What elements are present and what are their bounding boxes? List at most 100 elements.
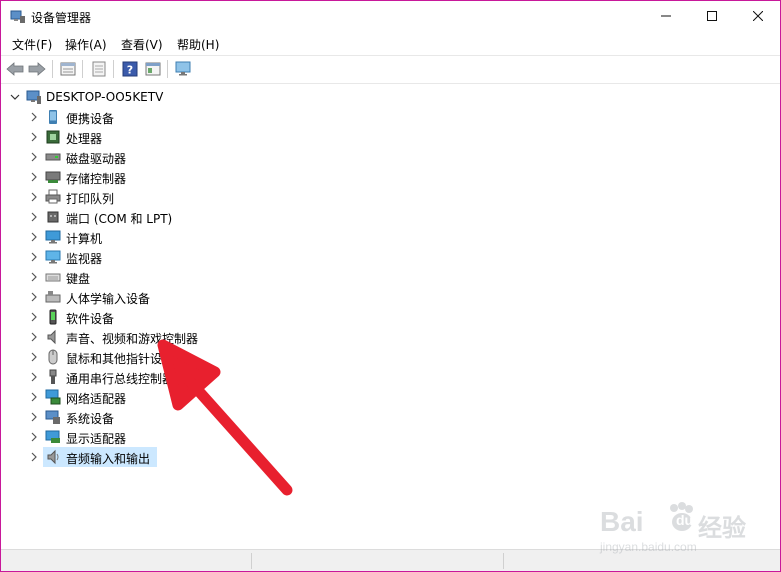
tree-item[interactable]: 存储控制器 xyxy=(1,167,301,187)
menu-action[interactable]: 操作(A) xyxy=(63,35,109,54)
printer-icon xyxy=(45,189,61,204)
tree-item[interactable]: 便携设备 xyxy=(1,107,301,127)
chevron-right-icon[interactable] xyxy=(28,411,40,423)
help-icon: ? xyxy=(122,61,138,77)
chevron-right-icon[interactable] xyxy=(28,311,40,323)
watermark-brand-du: du xyxy=(676,512,694,528)
root-label: DESKTOP-OO5KETV xyxy=(46,90,164,104)
tree-item[interactable]: 处理器 xyxy=(1,127,301,147)
mouse-icon xyxy=(48,349,58,365)
chevron-right-icon[interactable] xyxy=(28,211,40,223)
view-icon xyxy=(145,62,161,76)
tree-item[interactable]: 通用串行总线控制器 xyxy=(1,367,301,387)
close-button[interactable] xyxy=(735,1,780,31)
chevron-right-icon[interactable] xyxy=(28,171,40,183)
status-segment xyxy=(1,553,252,569)
list-button[interactable] xyxy=(89,59,109,79)
chevron-right-icon[interactable] xyxy=(28,331,40,343)
properties-icon xyxy=(60,62,76,76)
processor-icon xyxy=(46,130,60,144)
chevron-right-icon[interactable] xyxy=(28,191,40,203)
hid-icon xyxy=(45,291,61,303)
speaker-icon xyxy=(47,329,56,345)
menu-file[interactable]: 文件(F) xyxy=(10,35,54,54)
forward-button[interactable] xyxy=(27,59,47,79)
forward-arrow-icon xyxy=(28,62,46,76)
usb-icon xyxy=(49,369,57,384)
device-tree: DESKTOP-OO5KETV 便携设备处理器 磁盘驱动器 存储控制器打印队列端口 … xyxy=(1,84,780,546)
chevron-right-icon[interactable] xyxy=(28,271,40,283)
status-segment xyxy=(253,553,504,569)
close-icon xyxy=(753,11,763,21)
computer-root-icon xyxy=(26,90,41,104)
tree-item-label: 显示适配器 xyxy=(66,432,127,446)
audio-io-icon xyxy=(47,449,59,465)
chevron-right-icon[interactable] xyxy=(28,371,40,383)
menu-view[interactable]: 查看(V) xyxy=(119,35,165,54)
chevron-right-icon[interactable] xyxy=(28,351,40,363)
tree-item-label: 打印队列 xyxy=(66,192,115,206)
tree-item[interactable]: 音频输入和输出 xyxy=(1,447,301,467)
tree-item[interactable]: 磁盘驱动器 xyxy=(1,147,301,167)
chevron-right-icon[interactable] xyxy=(28,151,40,163)
minimize-button[interactable] xyxy=(643,1,689,31)
chevron-right-icon[interactable] xyxy=(28,431,40,443)
software-device-icon xyxy=(49,309,57,325)
chevron-right-icon[interactable] xyxy=(28,111,40,123)
tree-item-label: 系统设备 xyxy=(66,412,115,426)
chevron-right-icon[interactable] xyxy=(28,251,40,263)
tree-item[interactable]: 键盘 xyxy=(1,267,301,287)
chevron-down-icon[interactable] xyxy=(9,91,21,103)
system-device-icon xyxy=(45,410,60,424)
help-button[interactable]: ? xyxy=(120,59,140,79)
scan-hardware-button[interactable] xyxy=(174,59,194,79)
toolbar-separator xyxy=(52,60,53,78)
disk-drive-icon xyxy=(45,153,61,161)
chevron-right-icon[interactable] xyxy=(28,131,40,143)
tree-item-label: 端口 (COM 和 LPT) xyxy=(66,212,173,226)
port-icon xyxy=(47,211,59,223)
tree-item[interactable]: 端口 (COM 和 LPT) xyxy=(1,207,301,227)
tree-item[interactable]: 显示适配器 xyxy=(1,427,301,447)
tree-item[interactable]: 软件设备 xyxy=(1,307,301,327)
toolbar-separator xyxy=(167,60,168,78)
watermark-brand: Bai xyxy=(600,506,644,537)
toolbar-separator xyxy=(113,60,114,78)
keyboard-icon xyxy=(45,273,61,282)
network-adapter-icon xyxy=(45,389,61,405)
tree-item-label: 鼠标和其他指针设备 xyxy=(66,352,175,366)
chevron-right-icon[interactable] xyxy=(28,391,40,403)
toolbar: ? xyxy=(1,55,780,84)
tree-item-label: 声音、视频和游戏控制器 xyxy=(66,332,199,346)
maximize-icon xyxy=(707,11,717,21)
tree-item[interactable]: 人体学输入设备 xyxy=(1,287,301,307)
tree-item-label: 网络适配器 xyxy=(66,392,127,406)
tree-item-label: 音频输入和输出 xyxy=(66,452,151,466)
chevron-right-icon[interactable] xyxy=(28,231,40,243)
tree-item[interactable]: 监视器 xyxy=(1,247,301,267)
tree-item[interactable]: 计算机 xyxy=(1,227,301,247)
window-title: 设备管理器 xyxy=(31,11,92,25)
properties-button[interactable] xyxy=(58,59,78,79)
tree-item[interactable]: 打印队列 xyxy=(1,187,301,207)
storage-controller-icon xyxy=(45,171,61,183)
display-adapter-icon xyxy=(45,430,60,443)
tree-item-label: 键盘 xyxy=(66,272,91,286)
tree-item-label: 通用串行总线控制器 xyxy=(66,372,175,386)
tree-item[interactable]: 声音、视频和游戏控制器 xyxy=(1,327,301,347)
menu-help[interactable]: 帮助(H) xyxy=(175,35,221,54)
computer-icon xyxy=(45,230,61,244)
tree-item[interactable]: 网络适配器 xyxy=(1,387,301,407)
maximize-button[interactable] xyxy=(689,1,735,31)
tree-item[interactable]: 系统设备 xyxy=(1,407,301,427)
tree-item-label: 人体学输入设备 xyxy=(66,292,151,306)
tree-item[interactable]: 鼠标和其他指针设备 xyxy=(1,347,301,367)
chevron-right-icon[interactable] xyxy=(28,451,40,463)
tree-item-label: 处理器 xyxy=(66,132,103,146)
back-button[interactable] xyxy=(5,59,25,79)
tree-root[interactable]: DESKTOP-OO5KETV xyxy=(1,87,301,107)
view-button[interactable] xyxy=(143,59,163,79)
tree-item-label: 计算机 xyxy=(66,232,103,246)
chevron-right-icon[interactable] xyxy=(28,291,40,303)
minimize-icon xyxy=(661,15,671,17)
